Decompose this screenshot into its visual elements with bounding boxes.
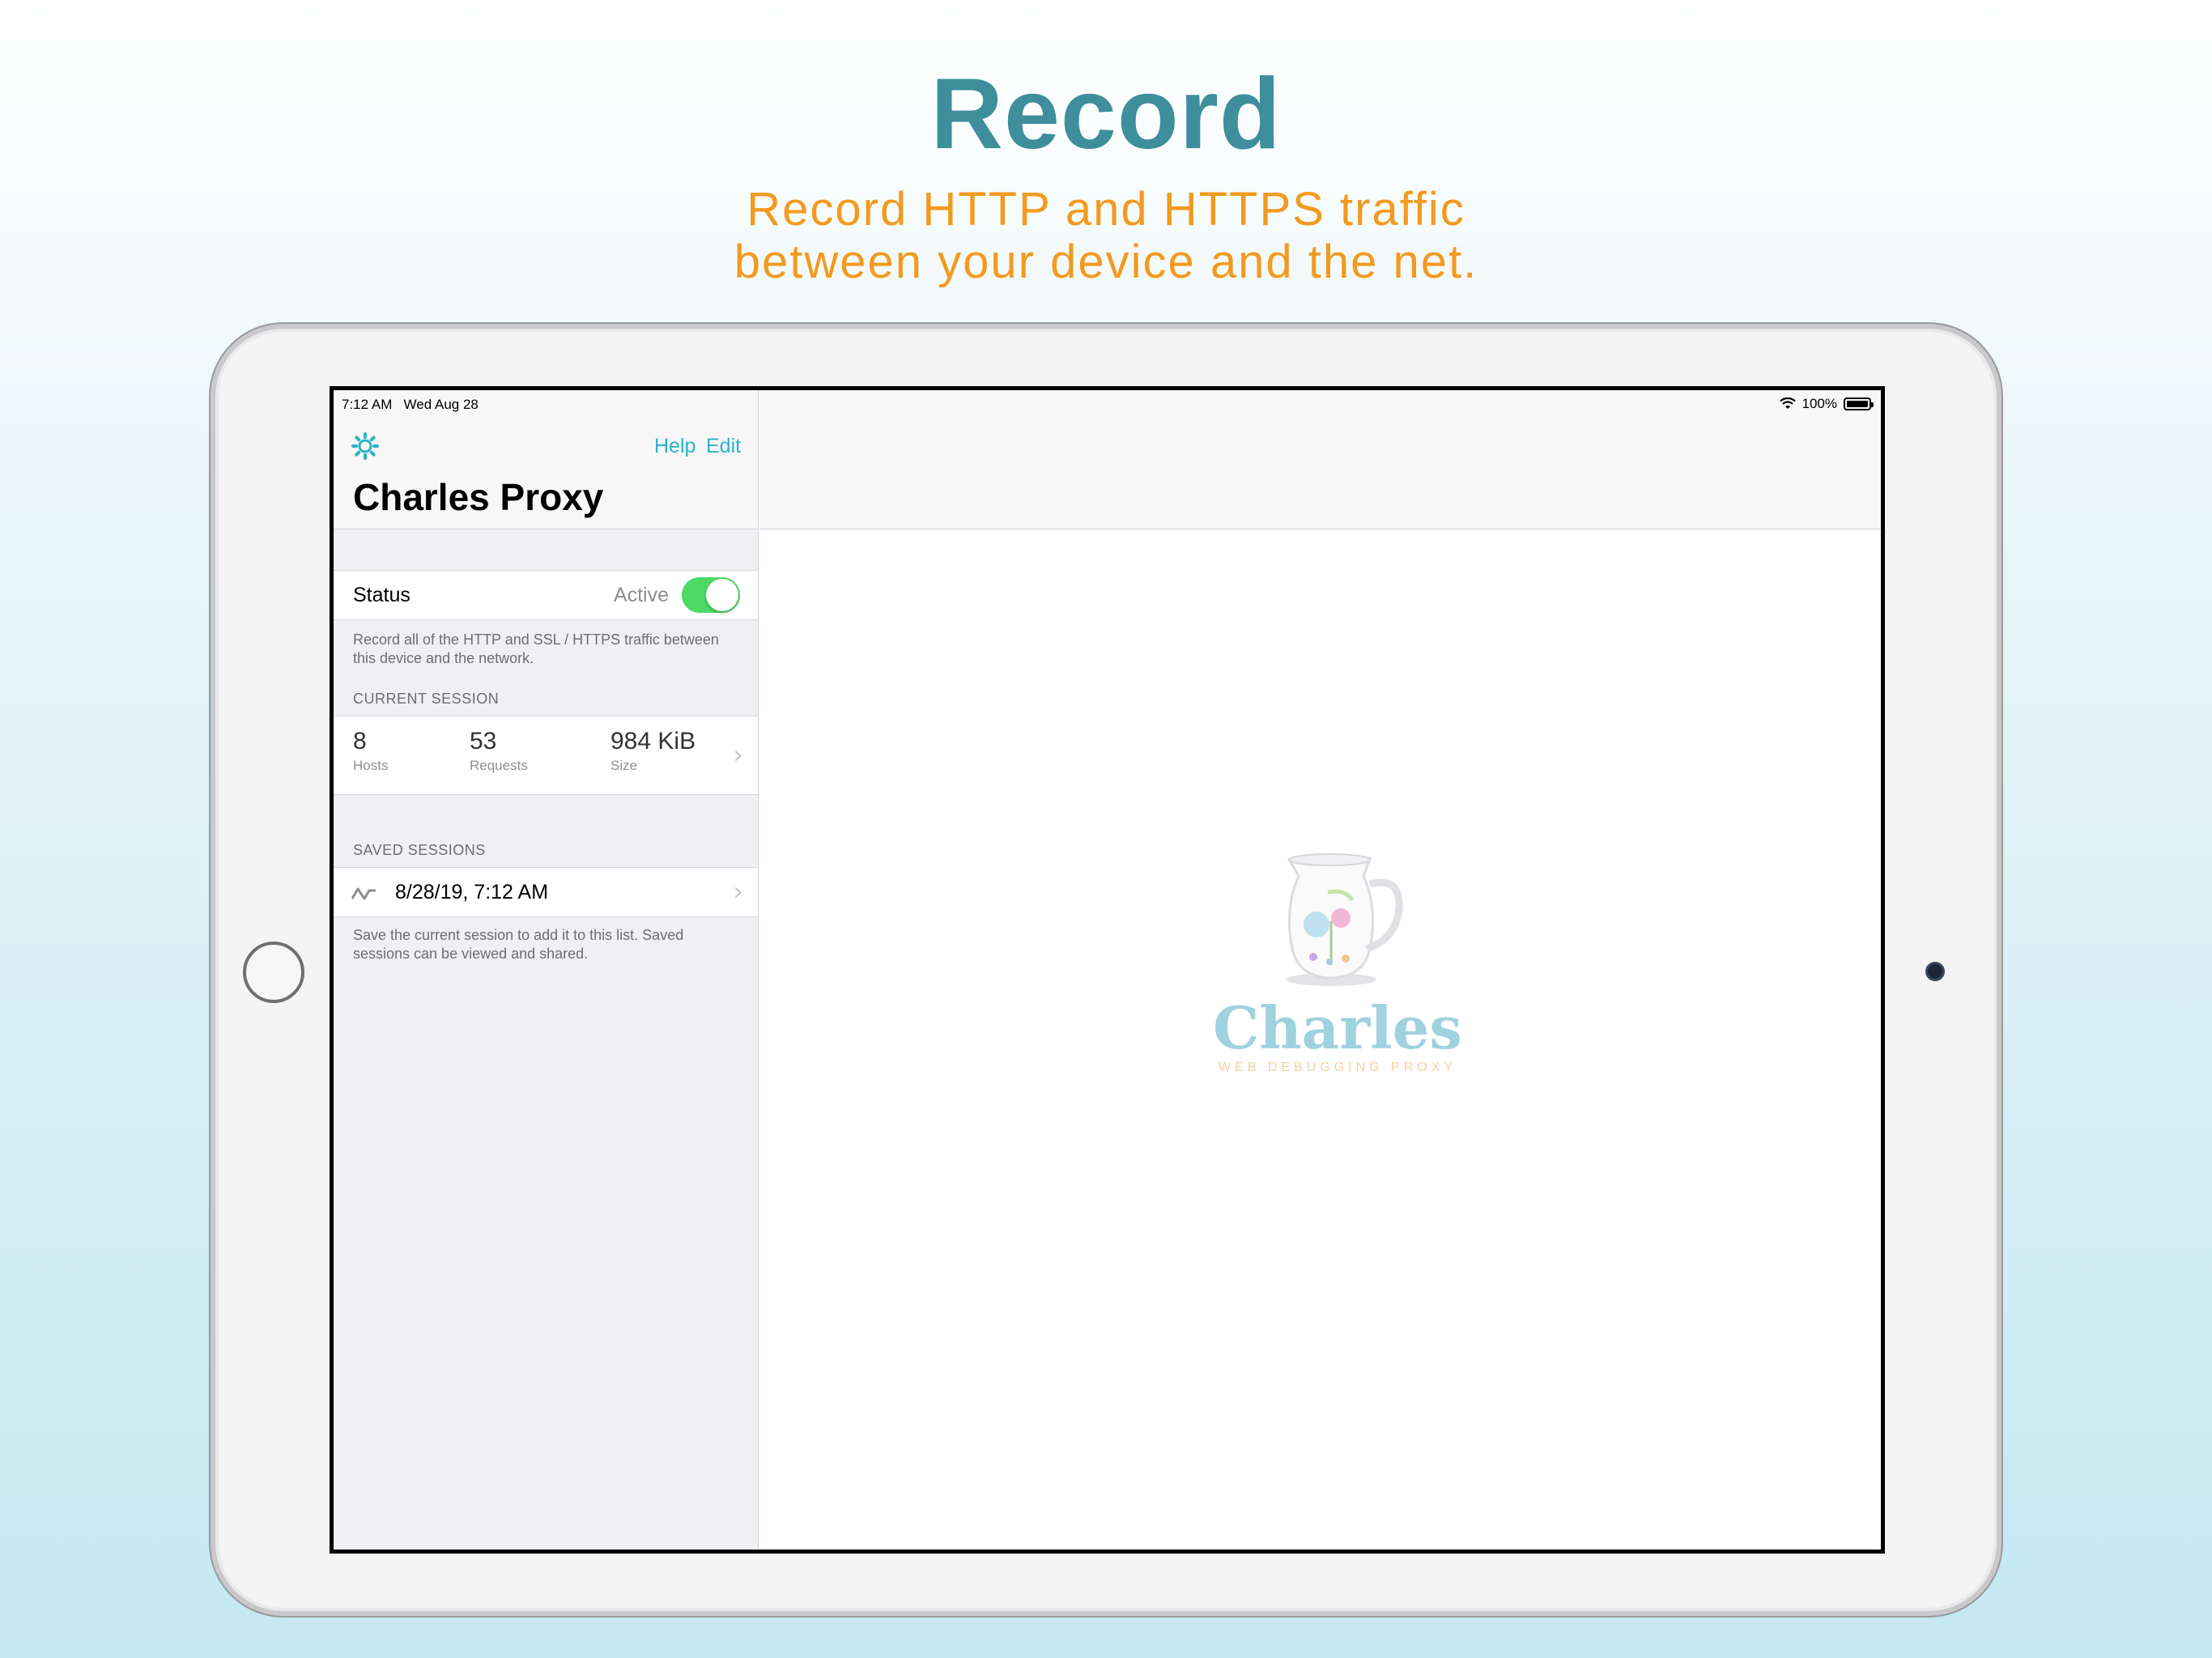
saved-sessions-footnote: Save the current session to add it to th… bbox=[353, 927, 684, 962]
gear-icon[interactable] bbox=[351, 432, 379, 460]
recording-toggle[interactable] bbox=[682, 577, 740, 613]
camera-icon bbox=[1925, 962, 1945, 981]
jug-icon bbox=[1286, 853, 1403, 986]
current-session-header: CURRENT SESSION bbox=[353, 691, 500, 707]
page-title: Charles Proxy bbox=[353, 476, 604, 518]
saved-sessions-header: SAVED SESSIONS bbox=[353, 842, 486, 858]
saved-session-label: 8/28/19, 7:12 AM bbox=[395, 881, 549, 903]
saved-session-row[interactable]: 8/28/19, 7:12 AM › bbox=[334, 867, 758, 917]
marketing-subline-1: Record HTTP and HTTPS traffic bbox=[747, 183, 1465, 236]
logo-tagline: WEB DEBUGGING PROXY bbox=[1218, 1061, 1457, 1074]
battery-percent: 100% bbox=[1802, 396, 1837, 411]
marketing-subline-2: between your device and the net. bbox=[734, 236, 1478, 288]
status-value: Active bbox=[613, 584, 669, 606]
status-label: Status bbox=[353, 584, 410, 606]
requests-stat: 53 Requests bbox=[470, 728, 528, 773]
status-row: Status Active bbox=[334, 570, 758, 620]
chevron-right-icon: › bbox=[733, 739, 743, 770]
status-bar: 7:12 AM Wed Aug 28 100% bbox=[334, 390, 1881, 418]
logo-wordmark: Charles bbox=[1213, 993, 1462, 1062]
activity-icon bbox=[351, 887, 376, 900]
battery-icon bbox=[1844, 397, 1874, 410]
toggle-knob bbox=[706, 579, 738, 611]
chevron-right-icon: › bbox=[733, 876, 743, 907]
edit-button[interactable]: Edit bbox=[706, 435, 741, 458]
ipad-screen: 7:12 AM Wed Aug 28 100% Help Edit Charle… bbox=[330, 386, 1885, 1554]
marketing-headline: Record bbox=[930, 58, 1282, 170]
sidebar: Help Edit Charles Proxy Status Active Re… bbox=[334, 390, 759, 1550]
home-button[interactable] bbox=[243, 942, 304, 1003]
status-bar-time: 7:12 AM Wed Aug 28 bbox=[342, 397, 479, 412]
charles-logo: Charles WEB DEBUGGING PROXY bbox=[1192, 844, 1483, 1075]
help-button[interactable]: Help bbox=[654, 435, 696, 458]
size-stat: 984 KiB Size bbox=[610, 728, 696, 773]
current-session-row[interactable]: 8 Hosts 53 Requests 984 KiB Size › bbox=[334, 716, 758, 795]
status-footnote: Record all of the HTTP and SSL / HTTPS t… bbox=[353, 631, 719, 666]
wifi-icon bbox=[1779, 397, 1796, 409]
hosts-stat: 8 Hosts bbox=[353, 728, 389, 773]
